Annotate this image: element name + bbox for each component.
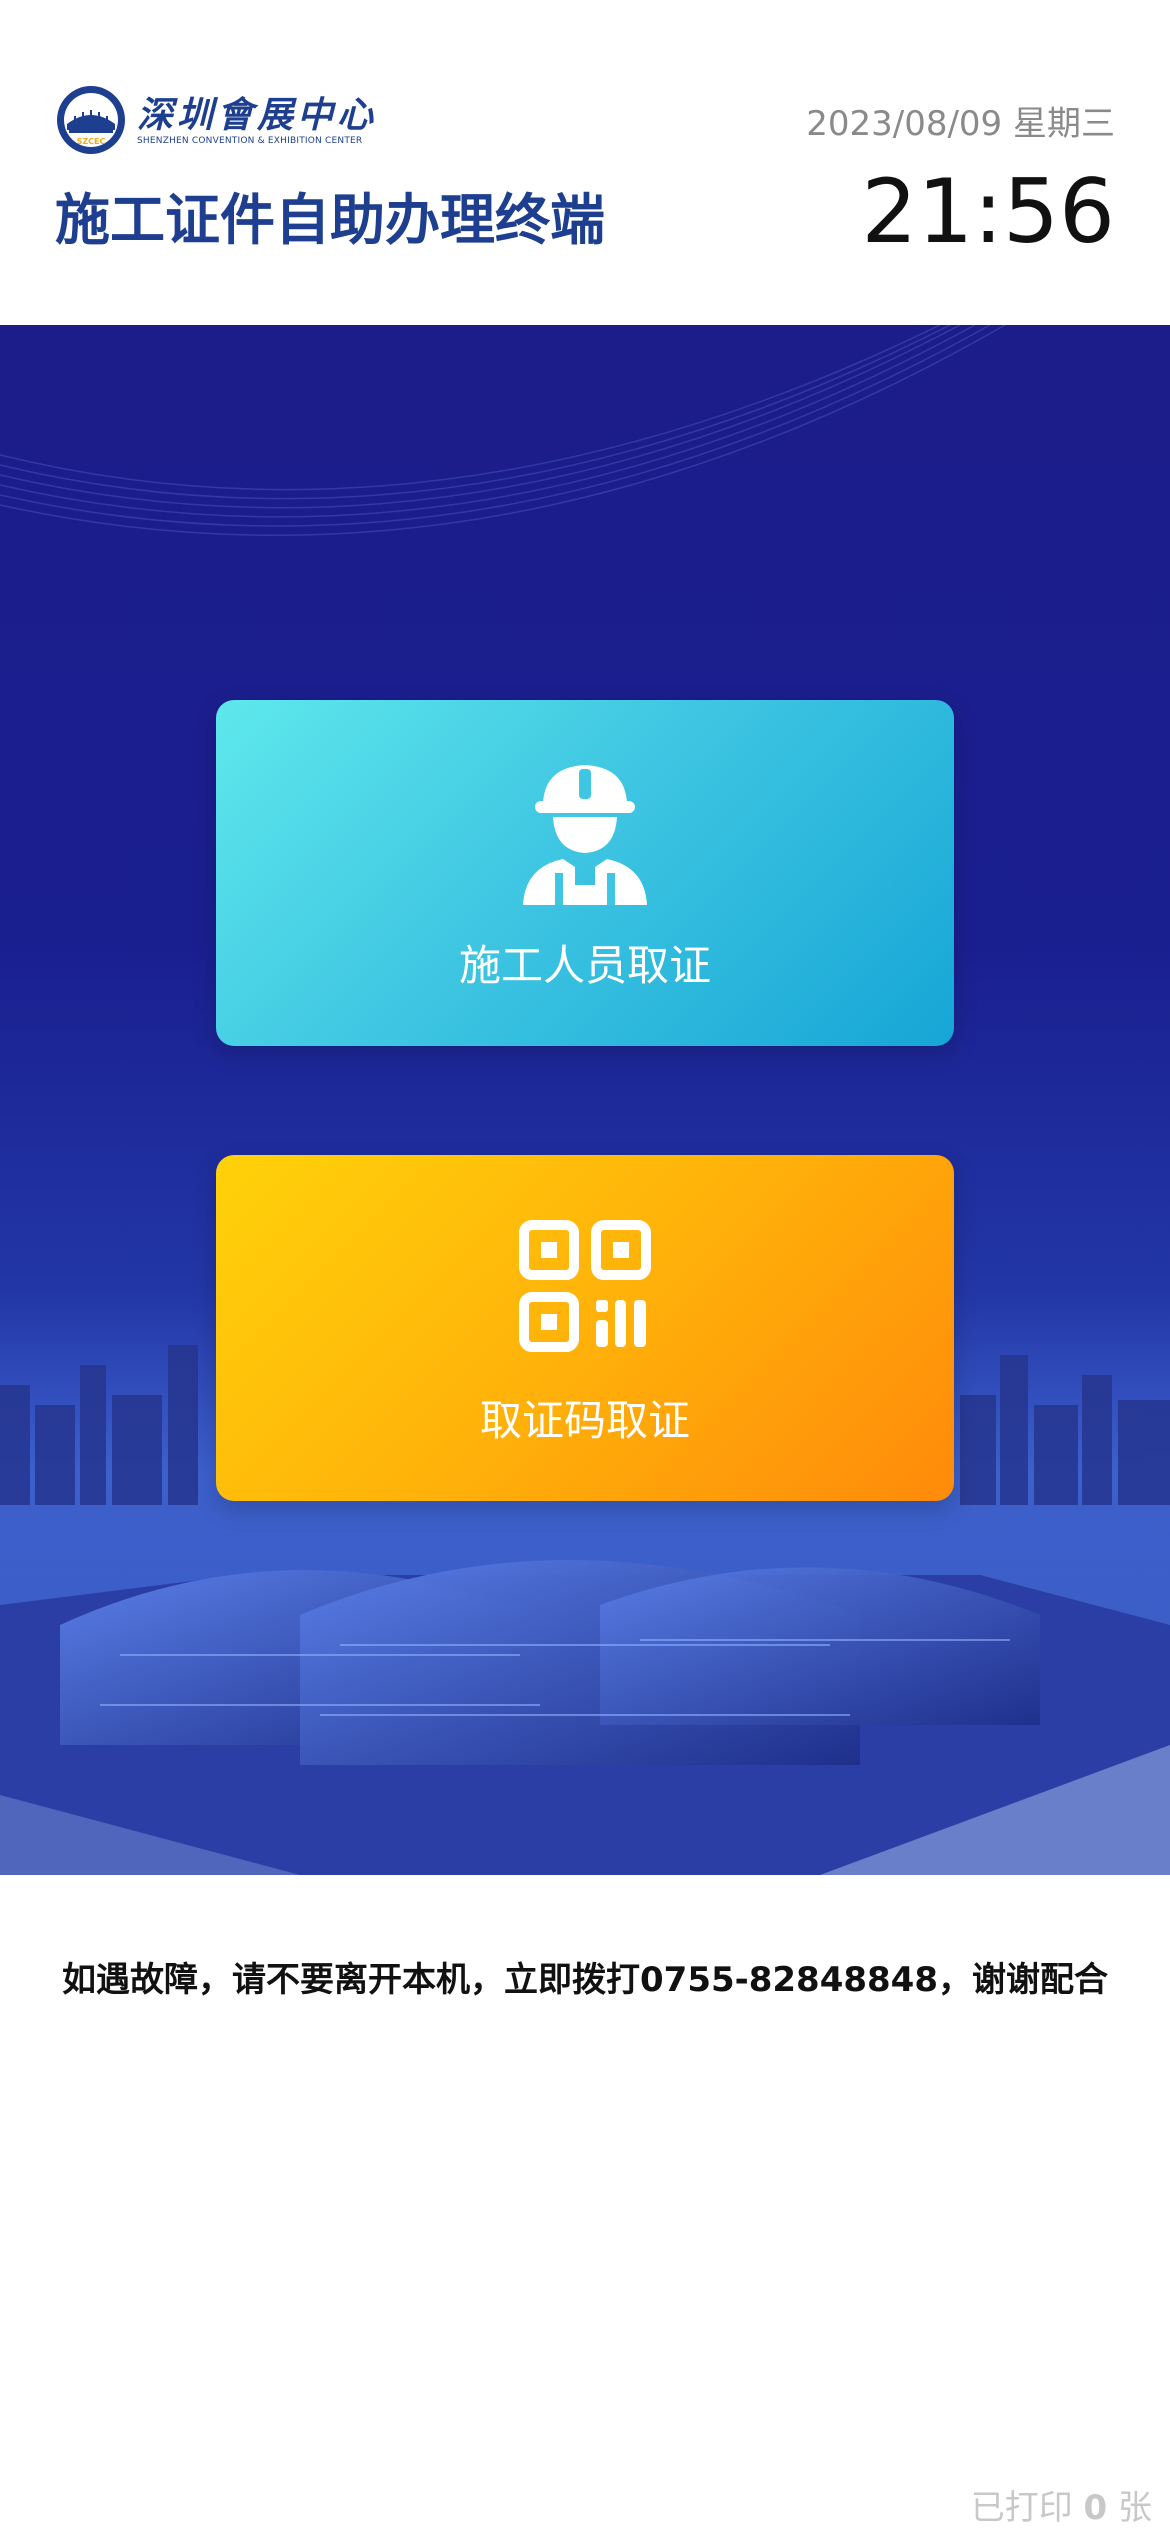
clock-display: 21:56	[861, 160, 1115, 263]
print-counter-prefix: 已打印	[970, 2488, 1073, 2528]
support-notice: 如遇故障，请不要离开本机，立即拨打0755-82848848，谢谢配合	[62, 1960, 1108, 2000]
date-display: 2023/08/09 星期三	[806, 104, 1115, 144]
print-counter: 已打印 0 张	[971, 2480, 1152, 2529]
worker-pickup-label: 施工人员取证	[458, 941, 711, 990]
logo-english-name: SHENZHEN CONVENTION & EXHIBITION CENTER	[137, 136, 363, 146]
logo-badge-text: SZCEC	[77, 137, 106, 146]
print-counter-unit: 张	[1118, 2488, 1152, 2528]
hero-panel: 施工人员取证 取证码取证	[0, 325, 1170, 1875]
header: SZCEC 深圳會展中心 SHENZHEN CONVENTION & EXHIB…	[0, 0, 1170, 325]
print-counter-value: 0	[1083, 2488, 1108, 2528]
worker-helmet-icon	[523, 765, 647, 905]
page-title: 施工证件自助办理终端	[55, 188, 606, 252]
code-pickup-button[interactable]: 取证码取证	[216, 1155, 954, 1501]
kiosk-screen: SZCEC 深圳會展中心 SHENZHEN CONVENTION & EXHIB…	[0, 0, 1170, 2532]
logo: SZCEC 深圳會展中心 SHENZHEN CONVENTION & EXHIB…	[55, 80, 373, 160]
logo-chinese-name: 深圳會展中心	[137, 94, 378, 136]
qr-code-icon	[519, 1220, 651, 1352]
logo-emblem-icon: SZCEC	[57, 86, 125, 154]
worker-pickup-button[interactable]: 施工人员取证	[216, 700, 954, 1046]
code-pickup-label: 取证码取证	[479, 1396, 690, 1445]
exhibition-center-background	[0, 325, 1170, 1875]
